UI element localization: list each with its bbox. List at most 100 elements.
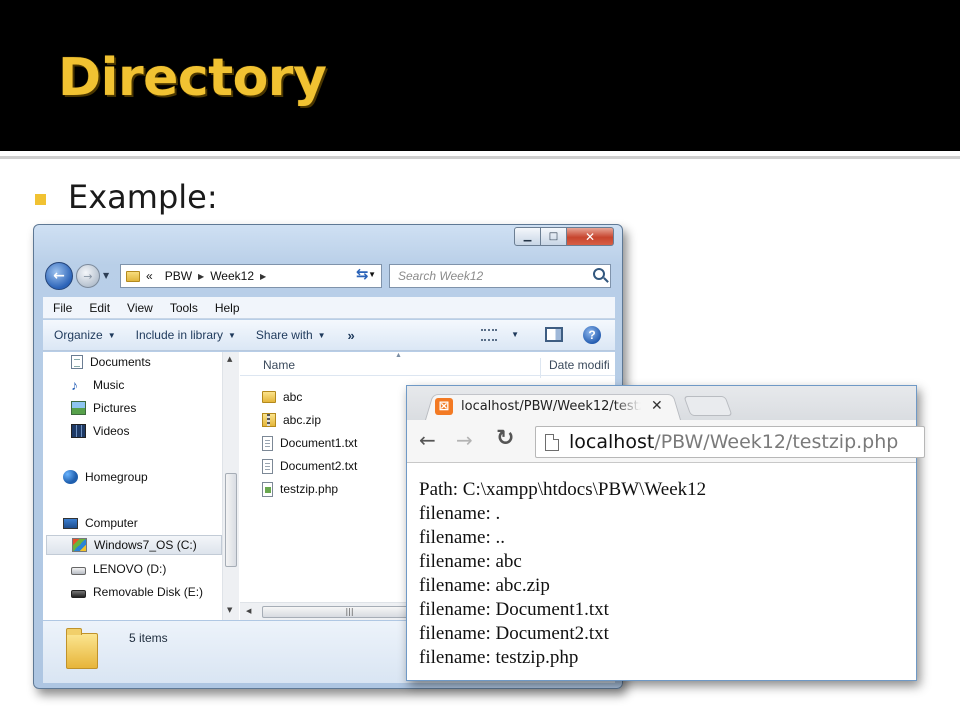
refresh-icon[interactable]: ⇆ [356,265,369,283]
hard-drive-icon [71,567,86,575]
more-commands-button[interactable]: » [348,328,355,343]
browser-tab[interactable]: ⊠ localhost/PBW/Week12/testzip.php ✕ [433,392,679,420]
search-input[interactable]: Search Week12 [389,264,611,288]
recent-pages-dropdown-icon[interactable]: ▼ [103,271,109,280]
chevron-down-icon: ▼ [107,330,116,340]
nav-item-documents[interactable]: Documents [71,352,151,372]
nav-item-removable-disk-e[interactable]: Removable Disk (E:) [71,582,203,602]
nav-item-label: Videos [93,424,130,438]
back-button[interactable]: ← [45,262,73,290]
folder-icon [262,391,276,403]
breadcrumb-separator-icon[interactable]: ▶ [198,272,204,281]
browser-toolbar: ← → ↻ localhost/PBW/Week12/testzip.php [407,420,925,463]
view-dropdown-icon[interactable]: ▼ [511,330,519,339]
text-file-icon [262,458,273,474]
output-filename-line: filename: Document2.txt [419,623,609,644]
file-name: abc [283,390,303,404]
share-with-button[interactable]: Share with ▼ [256,328,326,342]
navigation-scrollbar[interactable]: ▲ ▼ [222,352,239,620]
help-icon[interactable]: ? [583,326,601,344]
menu-view[interactable]: View [127,301,153,315]
file-name: testzip.php [280,482,339,496]
tab-close-icon[interactable]: ✕ [651,398,663,414]
reload-icon[interactable]: ↻ [496,426,514,451]
close-button[interactable]: ✕ [567,227,614,246]
forward-arrow-icon: → [83,269,93,283]
address-bar[interactable]: « PBW ▶ Week12 ▶ ▼ [120,264,382,288]
new-tab-button[interactable] [683,396,733,416]
folder-large-icon [66,628,98,669]
preview-pane-icon[interactable] [545,327,563,342]
title-divider-shadow [0,156,960,159]
nav-item-lenovo-d[interactable]: LENOVO (D:) [71,559,166,579]
bullet-text: Example: [68,178,218,216]
nav-item-label: Windows7_OS (C:) [94,538,197,552]
nav-item-label: LENOVO (D:) [93,562,167,576]
include-in-library-button[interactable]: Include in library ▼ [136,328,236,342]
nav-item-windows7-os-c[interactable]: Windows7_OS (C:) [46,535,222,555]
share-with-label: Share with [255,328,313,342]
minimize-button[interactable]: ▁ [514,227,541,246]
file-row-abc-zip[interactable]: abc.zip [262,410,321,430]
sort-indicator-icon: ▲ [395,352,402,359]
command-bar: Organize ▼ Include in library ▼ Share with… [43,320,615,351]
file-row-document2[interactable]: Document2.txt [262,456,357,476]
tab-strip: ⊠ localhost/PBW/Week12/testzip.php ✕ [407,386,916,420]
column-header-date-modified[interactable]: Date modifi [540,358,610,378]
menu-help[interactable]: Help [215,301,240,315]
breadcrumb-item-pbw[interactable]: PBW [165,269,192,283]
breadcrumb-separator-icon[interactable]: ▶ [260,272,266,281]
output-path-line: Path: C:\xampp\htdocs\PBW\Week12 [419,479,707,500]
scroll-up-icon[interactable]: ▲ [227,355,232,363]
breadcrumb-overflow[interactable]: « [146,269,153,283]
file-row-abc[interactable]: abc [262,387,302,407]
address-dropdown-icon[interactable]: ▼ [368,270,376,279]
page-icon [545,433,559,451]
menu-edit[interactable]: Edit [89,301,110,315]
videos-icon [71,424,86,438]
include-in-library-label: Include in library [135,328,223,342]
folder-icon [126,270,140,282]
menu-file[interactable]: File [53,301,72,315]
forward-button[interactable]: → [76,264,100,288]
url-bar[interactable]: localhost/PBW/Week12/testzip.php [535,426,925,458]
menu-tools[interactable]: Tools [170,301,198,315]
browser-forward-icon[interactable]: → [456,428,473,452]
scrollbar-thumb[interactable] [225,473,237,567]
browser-back-icon[interactable]: ← [419,428,436,452]
scroll-down-icon[interactable]: ▼ [227,606,232,614]
column-header-name[interactable]: Name [263,358,295,372]
breadcrumb-item-week12[interactable]: Week12 [210,269,254,283]
file-row-testzip-php[interactable]: testzip.php [262,479,338,499]
change-view-icon[interactable] [481,329,497,341]
file-name: Document2.txt [280,459,358,473]
nav-item-label: Music [93,378,125,392]
text-file-icon [262,435,273,451]
nav-item-label: Documents [90,355,151,369]
zip-folder-icon [262,413,276,427]
back-arrow-icon: ← [53,268,65,284]
nav-item-computer[interactable]: Computer [63,513,138,533]
url-host: localhost [569,431,655,453]
output-filename-line: filename: Document1.txt [419,599,609,620]
scroll-left-icon[interactable]: ◀ [246,607,251,615]
nav-item-label: Pictures [93,401,137,415]
nav-item-videos[interactable]: Videos [71,421,129,441]
php-file-icon [262,481,273,497]
minimize-icon: ▁ [523,231,532,242]
explorer-nav-row: ← → ▼ « PBW ▶ Week12 ▶ ▼ Search Week12 [34,257,622,293]
nav-item-homegroup[interactable]: Homegroup [63,467,148,487]
windows-drive-icon [72,538,87,552]
menu-bar: File Edit View Tools Help [43,297,615,319]
nav-item-label: Removable Disk (E:) [93,585,204,599]
maximize-button[interactable]: □ [541,227,567,246]
homegroup-icon [63,470,78,484]
organize-button[interactable]: Organize ▼ [54,328,116,342]
file-row-document1[interactable]: Document1.txt [262,433,357,453]
nav-item-pictures[interactable]: Pictures [71,398,136,418]
nav-item-music[interactable]: ♪ Music [71,375,124,395]
output-filename-line: filename: . [419,503,501,524]
computer-icon [63,517,78,529]
url-path: /PBW/Week12/testzip.php [654,431,899,453]
organize-label: Organize [54,328,103,342]
